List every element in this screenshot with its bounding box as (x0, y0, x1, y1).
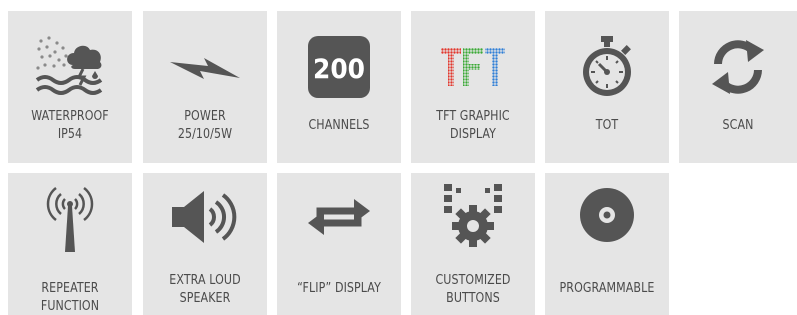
tft-display-icon (441, 48, 505, 86)
feature-tile-scan: SCAN (679, 11, 797, 163)
label-line: POWER (184, 108, 226, 124)
channels-200-icon: 200 (308, 36, 370, 98)
label-line: CUSTOMIZED (435, 272, 511, 288)
label-line: CHANNELS (308, 117, 370, 133)
antenna-icon (46, 187, 94, 252)
label-line: TFT GRAPHIC (436, 108, 510, 124)
label-line: SPEAKER (179, 290, 231, 306)
feature-label: POWER 25/10/5W (154, 107, 256, 143)
svg-text:200: 200 (313, 54, 365, 85)
feature-tile-tot: TOT (545, 11, 669, 163)
label-line: “FLIP” DISPLAY (297, 280, 381, 296)
scan-arrows-icon (712, 40, 764, 94)
feature-tile-waterproof: WATERPROOF IP54 (8, 11, 132, 163)
disc-icon (580, 188, 634, 242)
feature-label: CUSTOMIZED BUTTONS (422, 271, 524, 307)
gear-buttons-icon (444, 184, 502, 247)
feature-label: “FLIP” DISPLAY (288, 279, 390, 297)
feature-tile-speaker: EXTRA LOUD SPEAKER (143, 173, 267, 315)
flip-arrows-icon (308, 199, 370, 235)
feature-tile-power: POWER 25/10/5W (143, 11, 267, 163)
feature-tile-programmable: PROGRAMMABLE (545, 173, 669, 315)
label-line: 25/10/5W (177, 126, 233, 142)
feature-grid: WATERPROOF IP54 POWER 25/10/5W 200 CHANN… (0, 0, 797, 315)
waterproof-icon (35, 36, 103, 95)
feature-label: SCAN (690, 116, 787, 134)
label-line: EXTRA LOUD (169, 272, 241, 288)
label-line: BUTTONS (446, 290, 500, 306)
label-line: DISPLAY (450, 126, 496, 142)
label-line: SCAN (722, 117, 754, 133)
label-line: REPEATER FUNCTION (40, 280, 100, 314)
feature-label: CHANNELS (288, 116, 390, 134)
lightning-bolt-icon (170, 58, 240, 79)
label-line: TOT (595, 117, 619, 133)
speaker-icon (172, 191, 237, 243)
label-line: IP54 (57, 126, 83, 142)
feature-label: EXTRA LOUD SPEAKER (154, 271, 256, 307)
label-line: WATERPROOF (31, 108, 109, 124)
feature-tile-repeater: REPEATER FUNCTION (8, 173, 132, 315)
feature-tile-flip: “FLIP” DISPLAY (277, 173, 401, 315)
feature-label: TOT (556, 116, 658, 134)
feature-tile-channels: 200 CHANNELS (277, 11, 401, 163)
label-line: PROGRAMMABLE (559, 280, 655, 296)
feature-label: WATERPROOF IP54 (19, 107, 121, 143)
feature-tile-buttons: CUSTOMIZED BUTTONS (411, 173, 535, 315)
feature-label: REPEATER FUNCTION (14, 279, 126, 315)
feature-tile-tft: TFT GRAPHIC DISPLAY (411, 11, 535, 163)
feature-label: PROGRAMMABLE (556, 279, 658, 297)
feature-label: TFT GRAPHIC DISPLAY (422, 107, 524, 143)
stopwatch-icon (583, 36, 631, 96)
